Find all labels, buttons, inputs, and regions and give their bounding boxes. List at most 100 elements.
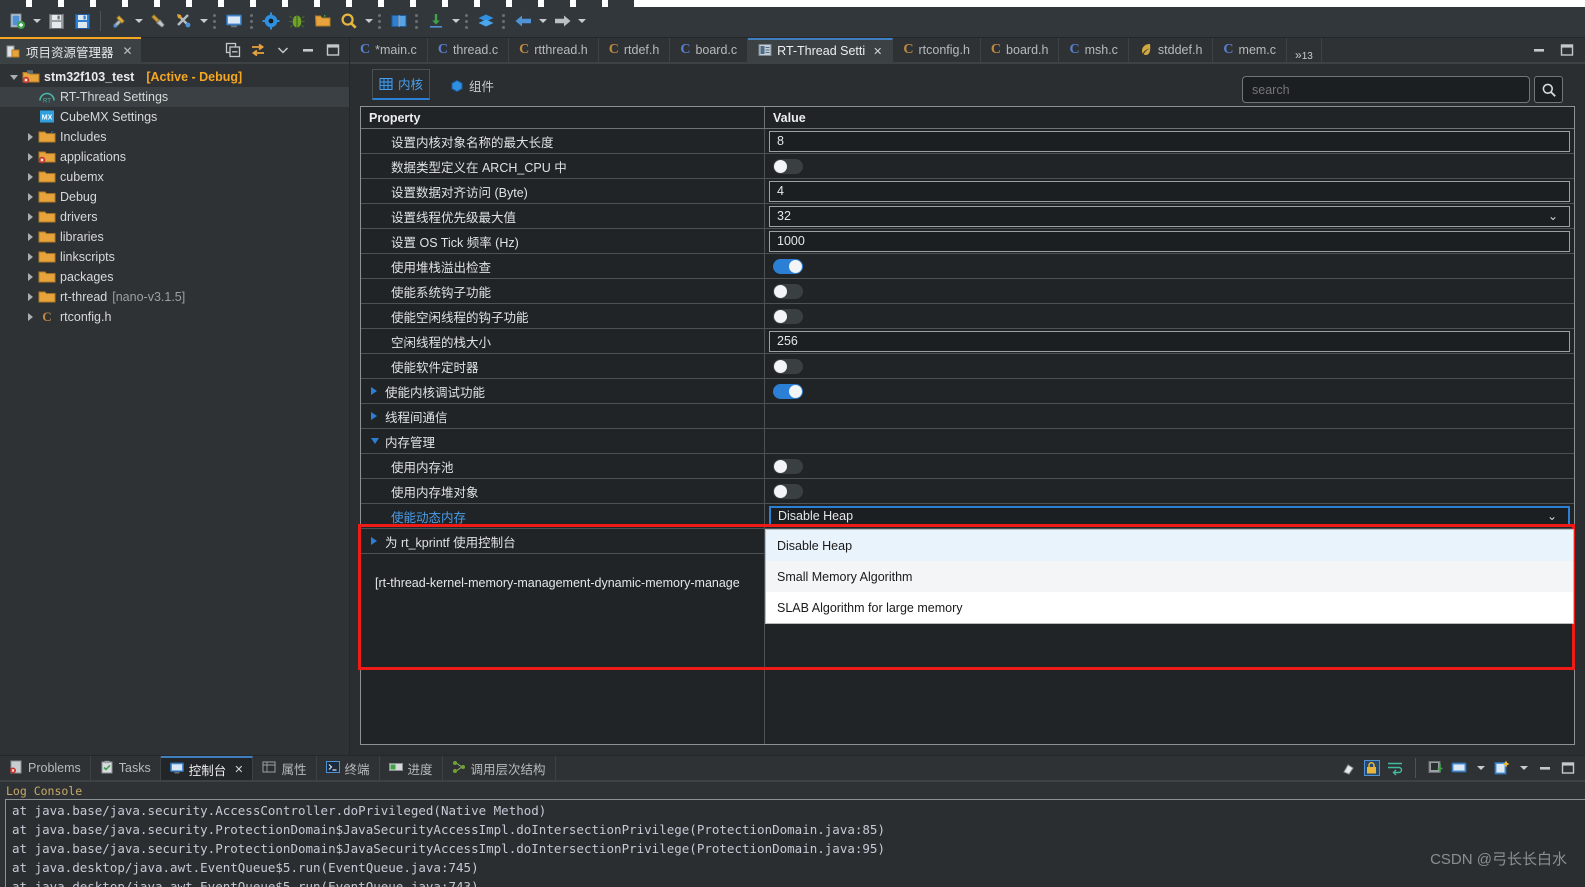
chevron-down-icon[interactable]: ⌄ — [1547, 509, 1561, 523]
new-file-dropdown-arrow[interactable] — [30, 8, 43, 34]
maximize-icon[interactable] — [1560, 760, 1576, 776]
open-folder-icon[interactable] — [310, 8, 336, 34]
tree-expand-twisty-icon[interactable] — [22, 153, 38, 161]
minimize-icon[interactable] — [1531, 42, 1547, 58]
close-icon[interactable]: ✕ — [873, 45, 882, 58]
clear-console-icon[interactable] — [1341, 760, 1357, 776]
editor-tab-rtconfig-h[interactable]: Crtconfig.h — [893, 38, 981, 62]
property-toggle-switch[interactable] — [773, 258, 803, 274]
tree-expand-twisty-icon[interactable] — [22, 313, 38, 321]
property-toggle-switch[interactable] — [773, 158, 803, 174]
search-input[interactable] — [1242, 76, 1530, 103]
save-all-icon[interactable] — [69, 8, 95, 34]
property-row[interactable]: 线程间通信 — [361, 404, 1574, 429]
property-row[interactable]: 使能空闲线程的钩子功能 — [361, 304, 1574, 329]
settings-tab-components[interactable]: 组件 — [444, 72, 500, 100]
link-with-editor-icon[interactable] — [250, 42, 266, 58]
property-row[interactable]: 设置 OS Tick 频率 (Hz) 1000 — [361, 229, 1574, 254]
tools-dropdown-arrow[interactable] — [197, 8, 210, 34]
property-text-input[interactable]: 4 — [769, 180, 1570, 202]
expand-twisty-icon[interactable] — [371, 387, 385, 395]
maximize-icon[interactable] — [1559, 42, 1575, 58]
console-tab-tasks[interactable]: Tasks — [91, 756, 161, 780]
console-tab--[interactable]: 调用层次结构 — [443, 756, 556, 780]
tree-expand-twisty-icon[interactable] — [22, 253, 38, 261]
editor-tab-rtthread-h[interactable]: Crtthread.h — [509, 38, 599, 62]
search-icon[interactable] — [336, 8, 362, 34]
property-toggle-switch[interactable] — [773, 358, 803, 374]
editor-tab--main-c[interactable]: C *main.c — [350, 38, 428, 62]
property-toggle-switch[interactable] — [773, 308, 803, 324]
dropdown-option[interactable]: Small Memory Algorithm — [766, 561, 1573, 592]
editor-tab-thread-c[interactable]: Cthread.c — [428, 38, 510, 62]
book-icon[interactable] — [386, 8, 412, 34]
view-menu-chevron-down-icon[interactable] — [275, 42, 291, 58]
project-tree[interactable]: stm32f103_test [Active - Debug] RT RT-Threa… — [0, 64, 349, 755]
clean-wrench-icon[interactable] — [145, 8, 171, 34]
property-row[interactable]: 使用内存池 — [361, 454, 1574, 479]
console-tab--[interactable]: 属性 — [253, 756, 317, 780]
minimize-icon[interactable] — [1537, 760, 1553, 776]
property-toggle-switch[interactable] — [773, 383, 803, 399]
back-arrow-icon[interactable] — [510, 8, 536, 34]
forward-dropdown-arrow[interactable] — [575, 8, 588, 34]
maximize-icon[interactable] — [325, 42, 341, 58]
collapse-twisty-icon[interactable] — [371, 438, 385, 444]
tree-item-drivers[interactable]: drivers — [0, 207, 349, 227]
layers-icon[interactable] — [473, 8, 499, 34]
close-icon[interactable]: ✕ — [123, 44, 133, 58]
tree-expand-twisty-icon[interactable] — [22, 133, 38, 141]
open-console-dropdown-arrow[interactable] — [1517, 755, 1530, 781]
console-tab-strip[interactable]: Problems Tasks 控制台 ✕ 属性 终端 进度 调用层次结构 — [0, 756, 1585, 782]
property-row[interactable]: 使能系统钩子功能 — [361, 279, 1574, 304]
minimize-icon[interactable] — [300, 42, 316, 58]
close-icon[interactable]: ✕ — [234, 763, 243, 776]
tree-expand-twisty-icon[interactable] — [22, 213, 38, 221]
forward-arrow-icon[interactable] — [549, 8, 575, 34]
tree-expand-twisty-icon[interactable] — [6, 75, 22, 80]
dynamic-memory-dropdown-list[interactable]: Disable Heap Small Memory Algorithm SLAB A… — [765, 529, 1574, 624]
property-toggle-switch[interactable] — [773, 283, 803, 299]
tree-item-rt-thread-settings[interactable]: RT RT-Thread Settings — [0, 87, 349, 107]
pin-console-icon[interactable] — [1428, 760, 1444, 776]
tree-item-cubemx-settings[interactable]: MX CubeMX Settings — [0, 107, 349, 127]
tree-item-stm32f103-test[interactable]: stm32f103_test [Active - Debug] — [0, 67, 349, 87]
tree-item-rtconfig-h[interactable]: Crtconfig.h — [0, 307, 349, 327]
console-tab-problems[interactable]: Problems — [0, 756, 91, 780]
console-tab--[interactable]: 控制台 ✕ — [160, 756, 254, 780]
property-row[interactable]: 使用堆栈溢出检查 — [361, 254, 1574, 279]
property-row[interactable]: 使能内核调试功能 — [361, 379, 1574, 404]
property-row[interactable]: 使能动态内存 Disable Heap ⌄ Disable Heap Small Mem… — [361, 504, 1574, 624]
build-hammer-icon[interactable] — [106, 8, 132, 34]
tree-expand-twisty-icon[interactable] — [22, 293, 38, 301]
tree-item-rt-thread[interactable]: rt-thread [nano-v3.1.5] — [0, 287, 349, 307]
editor-tab-stddef-h[interactable]: stddef.h — [1129, 38, 1214, 62]
tree-expand-twisty-icon[interactable] — [22, 273, 38, 281]
property-text-input[interactable]: 256 — [769, 330, 1570, 352]
search-button[interactable] — [1534, 76, 1563, 103]
property-text-input[interactable]: 1000 — [769, 230, 1570, 252]
editor-tab-board-c[interactable]: Cboard.c — [670, 38, 749, 62]
chevron-down-icon[interactable]: ⌄ — [1548, 209, 1562, 223]
console-dropdown-arrow[interactable] — [1474, 755, 1487, 781]
editor-tab-board-h[interactable]: Cboard.h — [981, 38, 1060, 62]
expand-twisty-icon[interactable] — [371, 412, 385, 420]
tree-item-applications[interactable]: applications — [0, 147, 349, 167]
word-wrap-icon[interactable] — [1387, 760, 1403, 776]
search-dropdown-arrow[interactable] — [362, 8, 375, 34]
dropdown-option[interactable]: SLAB Algorithm for large memory — [766, 592, 1573, 623]
tree-item-packages[interactable]: packages — [0, 267, 349, 287]
save-icon[interactable] — [43, 8, 69, 34]
open-console-icon[interactable] — [1494, 760, 1510, 776]
download-icon[interactable] — [423, 8, 449, 34]
back-dropdown-arrow[interactable] — [536, 8, 549, 34]
property-row[interactable]: 数据类型定义在 ARCH_CPU 中 — [361, 154, 1574, 179]
tree-expand-twisty-icon[interactable] — [22, 233, 38, 241]
property-row[interactable]: 设置线程优先级最大值 32 ⌄ — [361, 204, 1574, 229]
property-row[interactable]: 设置内核对象名称的最大长度 8 — [361, 129, 1574, 154]
debug-bug-icon[interactable] — [284, 8, 310, 34]
console-tab--[interactable]: 进度 — [380, 756, 443, 780]
editor-tab-rtdef-h[interactable]: Crtdef.h — [599, 38, 671, 62]
project-explorer-tab[interactable]: 项目资源管理器 ✕ — [0, 37, 141, 63]
editor-tab-bar[interactable]: C *main.c Cthread.c Crtthread.h Crtdef.h Cboa… — [350, 38, 1585, 64]
